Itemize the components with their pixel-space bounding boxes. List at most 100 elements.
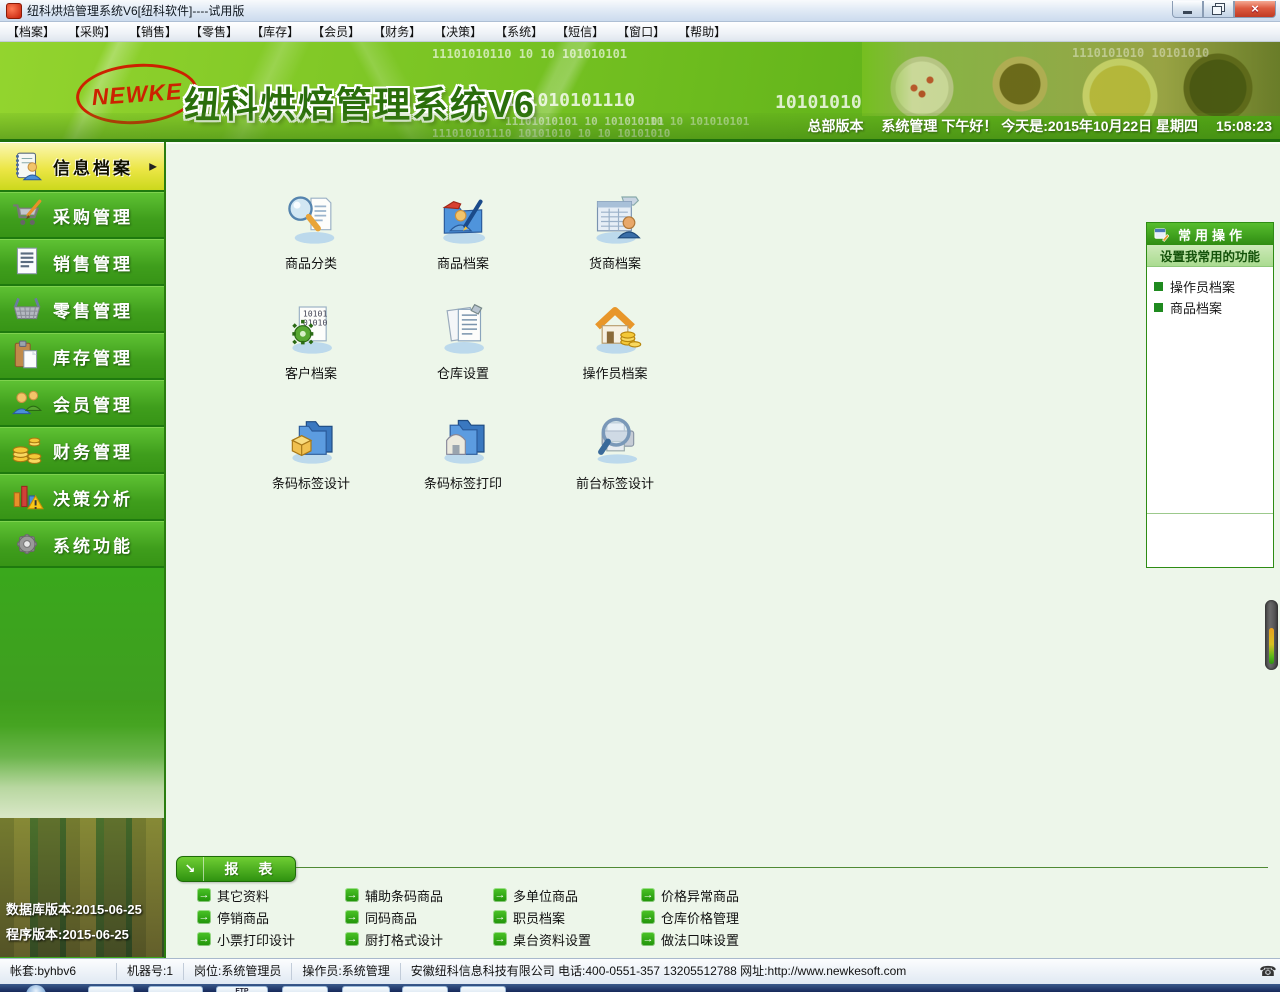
tile-barcode-label-design[interactable]: 条码标签设计	[250, 410, 372, 520]
arrow-right-icon: →	[345, 910, 359, 924]
search-doc-icon	[283, 190, 339, 251]
reports-title: 报 表	[204, 857, 295, 881]
quick-panel-subtitle[interactable]: 设置我常用的功能	[1147, 245, 1273, 267]
phone-icon[interactable]: ☎	[1256, 963, 1280, 980]
sidebar-item-label: 零售管理	[53, 297, 133, 322]
session-info: 总部版本 系统管理 下午好！ 今天是:2015年10月22日 星期四 15:08…	[0, 113, 1280, 139]
menu-finance[interactable]: 【财务】	[373, 23, 421, 40]
binary-decor: 1110101010 10101010	[1072, 46, 1209, 60]
clipboard-icon	[10, 339, 44, 373]
cart-pencil-icon	[10, 198, 44, 232]
tile-label: 前台标签设计	[576, 473, 654, 492]
square-bullet-icon	[1154, 282, 1163, 291]
report-link-staff-archive[interactable]: →职员档案	[493, 906, 641, 928]
report-link-table-data-setup[interactable]: →桌台资料设置	[493, 928, 641, 950]
tile-supplier-archive[interactable]: 货商档案	[554, 190, 676, 300]
notebook-user-icon	[10, 150, 44, 184]
arrow-right-icon: →	[197, 910, 211, 924]
restore-button[interactable]	[1203, 1, 1234, 18]
tile-label: 条码标签设计	[272, 473, 350, 492]
taskbar-button[interactable]	[342, 986, 390, 992]
report-link-same-code-goods[interactable]: →同码商品	[345, 906, 493, 928]
search-printer-icon	[587, 410, 643, 471]
table-pencil-icon	[1154, 227, 1169, 242]
sidebar-item-members[interactable]: 会员管理	[0, 380, 164, 427]
minimize-button[interactable]	[1172, 1, 1203, 18]
report-link-multi-unit-goods[interactable]: →多单位商品	[493, 884, 641, 906]
report-link-discontinued-goods[interactable]: →停销商品	[197, 906, 345, 928]
sidebar-item-info-archive[interactable]: 信息档案 ▶	[0, 142, 164, 192]
report-link-receipt-print-design[interactable]: →小票打印设计	[197, 928, 345, 950]
form-person-icon	[587, 190, 643, 251]
sidebar-item-inventory[interactable]: 库存管理	[0, 333, 164, 380]
sidebar-item-system[interactable]: 系统功能	[0, 521, 164, 568]
menu-system[interactable]: 【系统】	[495, 23, 543, 40]
menu-decision[interactable]: 【决策】	[434, 23, 482, 40]
taskbar-button[interactable]	[88, 986, 134, 992]
menu-window[interactable]: 【窗口】	[617, 23, 665, 40]
restore-icon	[1212, 6, 1222, 15]
sidebar-item-label: 库存管理	[53, 344, 133, 369]
menu-purchase[interactable]: 【采购】	[68, 23, 116, 40]
report-link-kitchen-print-design[interactable]: →厨打格式设计	[345, 928, 493, 950]
close-button[interactable]: ×	[1234, 1, 1276, 18]
quick-item-operator-archive[interactable]: 操作员档案	[1154, 276, 1266, 297]
sidebar-item-purchase[interactable]: 采购管理	[0, 192, 164, 239]
version-info: 数据库版本:2015-06-25 程序版本:2015-06-25	[6, 897, 142, 947]
taskbar-button-ftp[interactable]: FTP	[216, 986, 268, 992]
reports-header-badge[interactable]: ↘ 报 表	[176, 856, 296, 882]
tile-goods-category[interactable]: 商品分类	[250, 190, 372, 300]
sales-doc-icon	[10, 245, 44, 279]
status-bar: 帐套:byhbv6 机器号:1 岗位:系统管理员 操作员:系统管理 安徽纽科信息…	[0, 958, 1280, 984]
arrow-right-icon: →	[493, 910, 507, 924]
tile-operator-archive[interactable]: 操作员档案	[554, 300, 676, 410]
tile-label: 条码标签打印	[424, 473, 502, 492]
edge-scrollbar[interactable]	[1265, 600, 1278, 670]
status-machine: 机器号:1	[117, 963, 184, 980]
taskbar-button[interactable]	[282, 986, 328, 992]
sidebar-item-sales[interactable]: 销售管理	[0, 239, 164, 286]
report-link-other-data[interactable]: →其它资料	[197, 884, 345, 906]
arrow-right-icon: →	[641, 910, 655, 924]
menu-members[interactable]: 【会员】	[312, 23, 360, 40]
binary-decor: 10101010	[775, 92, 862, 113]
quick-item-goods-archive[interactable]: 商品档案	[1154, 297, 1266, 318]
start-orb-icon[interactable]	[26, 985, 46, 992]
menu-inventory[interactable]: 【库存】	[251, 23, 299, 40]
taskbar-button[interactable]	[460, 986, 506, 992]
menu-sales[interactable]: 【销售】	[129, 23, 177, 40]
arrow-right-icon: →	[345, 932, 359, 946]
sidebar-item-retail[interactable]: 零售管理	[0, 286, 164, 333]
tile-barcode-label-print[interactable]: 条码标签打印	[402, 410, 524, 520]
scrollbar-fill	[1269, 628, 1274, 664]
sidebar-item-label: 决策分析	[53, 485, 133, 510]
quick-actions-panel: 常用操作 设置我常用的功能 操作员档案 商品档案	[1146, 222, 1274, 568]
menu-retail[interactable]: 【零售】	[190, 23, 238, 40]
taskbar-button[interactable]	[402, 986, 448, 992]
report-link-flavor-setup[interactable]: →做法口味设置	[641, 928, 789, 950]
menu-bar: 【档案】 【采购】 【销售】 【零售】 【库存】 【会员】 【财务】 【决策】 …	[0, 22, 1280, 42]
status-operator: 操作员:系统管理	[292, 963, 400, 980]
documents-icon	[435, 300, 491, 361]
report-link-warehouse-price[interactable]: →仓库价格管理	[641, 906, 789, 928]
sidebar-item-analysis[interactable]: 决策分析	[0, 474, 164, 521]
square-bullet-icon	[1154, 303, 1163, 312]
arrow-right-icon: →	[345, 888, 359, 902]
report-link-abnormal-price-goods[interactable]: →价格异常商品	[641, 884, 789, 906]
menu-help[interactable]: 【帮助】	[678, 23, 726, 40]
report-link-aux-barcode-goods[interactable]: →辅助条码商品	[345, 884, 493, 906]
sidebar-item-label: 信息档案	[53, 154, 133, 179]
menu-sms[interactable]: 【短信】	[556, 23, 604, 40]
coins-icon	[10, 433, 44, 467]
tile-customer-archive[interactable]: 1010101010 客户档案	[250, 300, 372, 410]
status-position: 岗位:系统管理员	[184, 963, 292, 980]
menu-archive[interactable]: 【档案】	[7, 23, 55, 40]
tile-warehouse-setup[interactable]: 仓库设置	[402, 300, 524, 410]
close-icon: ×	[1251, 1, 1259, 16]
sidebar-item-finance[interactable]: 财务管理	[0, 427, 164, 474]
tile-front-label-design[interactable]: 前台标签设计	[554, 410, 676, 520]
folder-box-icon	[283, 410, 339, 471]
tile-label: 客户档案	[285, 363, 337, 382]
taskbar-button[interactable]	[148, 986, 203, 992]
tile-goods-archive[interactable]: 商品档案	[402, 190, 524, 300]
